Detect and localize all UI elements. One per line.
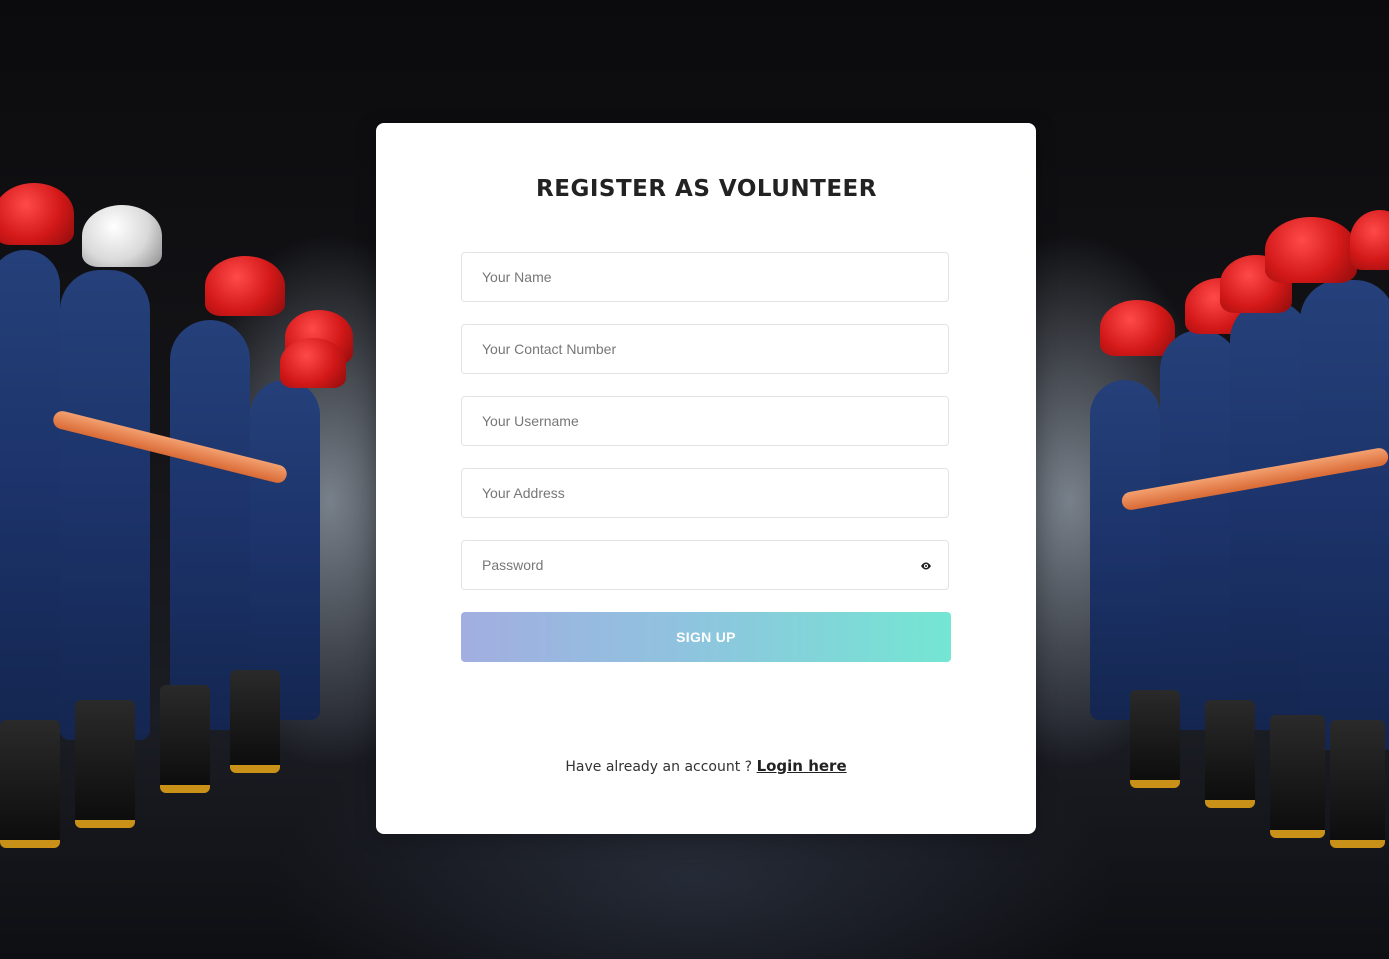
firefighter-figure	[170, 320, 250, 730]
password-field[interactable]	[461, 540, 949, 590]
helmet	[1100, 300, 1175, 356]
password-input[interactable]	[462, 541, 948, 589]
firefighter-figure	[0, 250, 60, 730]
boot	[1270, 715, 1325, 838]
boot	[1130, 690, 1180, 788]
boot	[160, 685, 210, 793]
firefighter-figure	[1230, 300, 1310, 730]
helmet	[1265, 217, 1357, 283]
firefighter-figure	[1090, 380, 1160, 720]
firefighter-figure	[1300, 280, 1389, 750]
page-title: REGISTER AS VOLUNTEER	[536, 176, 877, 202]
name-input[interactable]	[462, 253, 948, 301]
helmet	[205, 256, 285, 316]
sign-up-button[interactable]: SIGN UP	[461, 612, 951, 662]
firefighter-figure	[60, 270, 150, 740]
firefighter-figure	[250, 380, 320, 720]
boot	[1205, 700, 1255, 808]
username-input[interactable]	[462, 397, 948, 445]
contact-number-field[interactable]	[461, 324, 949, 374]
boot	[75, 700, 135, 828]
login-prompt: Have already an account ? Login here	[376, 757, 1036, 775]
username-field[interactable]	[461, 396, 949, 446]
boot	[1330, 720, 1385, 848]
boot	[0, 720, 60, 848]
firefighter-figure	[1160, 330, 1240, 730]
address-input[interactable]	[462, 469, 948, 517]
login-link[interactable]: Login here	[757, 757, 847, 775]
helmet	[280, 338, 346, 388]
name-field[interactable]	[461, 252, 949, 302]
eye-icon[interactable]	[920, 560, 932, 572]
address-field[interactable]	[461, 468, 949, 518]
login-prompt-text: Have already an account ?	[565, 759, 753, 775]
helmet	[82, 205, 162, 267]
boot	[230, 670, 280, 773]
contact-number-input[interactable]	[462, 325, 948, 373]
helmet	[1350, 210, 1389, 270]
